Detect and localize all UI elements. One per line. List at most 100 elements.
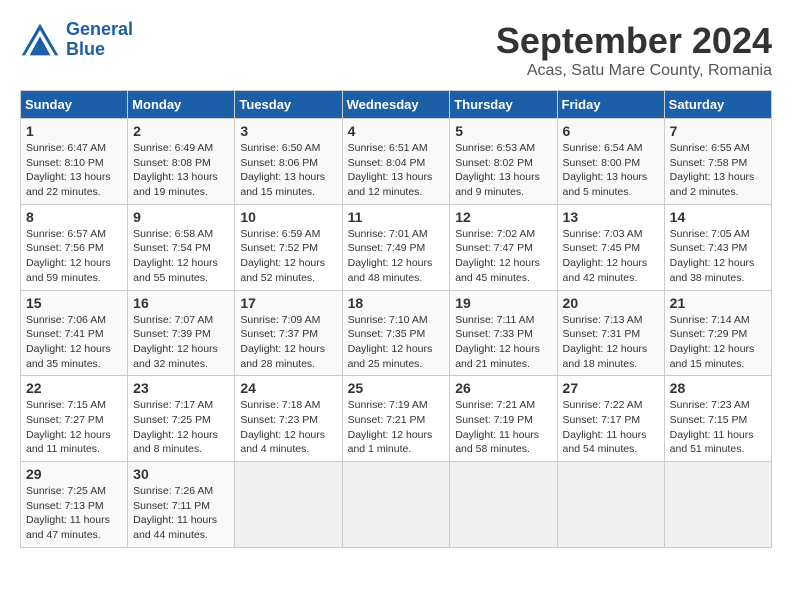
day-number: 5: [455, 123, 551, 139]
calendar-week-5: 29 Sunrise: 7:25 AMSunset: 7:13 PMDaylig…: [21, 462, 772, 548]
header-day-wednesday: Wednesday: [342, 91, 450, 119]
day-number: 27: [563, 380, 659, 396]
day-info: Sunrise: 7:06 AMSunset: 7:41 PMDaylight:…: [26, 313, 122, 372]
calendar-week-4: 22 Sunrise: 7:15 AMSunset: 7:27 PMDaylig…: [21, 376, 772, 462]
logo-text: General Blue: [66, 20, 133, 60]
title-section: September 2024 Acas, Satu Mare County, R…: [496, 20, 772, 80]
day-info: Sunrise: 6:58 AMSunset: 7:54 PMDaylight:…: [133, 227, 229, 286]
day-info: Sunrise: 7:23 AMSunset: 7:15 PMDaylight:…: [670, 398, 766, 457]
day-info: Sunrise: 7:02 AMSunset: 7:47 PMDaylight:…: [455, 227, 551, 286]
calendar-cell: 20 Sunrise: 7:13 AMSunset: 7:31 PMDaylig…: [557, 290, 664, 376]
day-info: Sunrise: 7:21 AMSunset: 7:19 PMDaylight:…: [455, 398, 551, 457]
day-info: Sunrise: 7:13 AMSunset: 7:31 PMDaylight:…: [563, 313, 659, 372]
header-day-sunday: Sunday: [21, 91, 128, 119]
calendar-cell: 21 Sunrise: 7:14 AMSunset: 7:29 PMDaylig…: [664, 290, 771, 376]
calendar-cell: 5 Sunrise: 6:53 AMSunset: 8:02 PMDayligh…: [450, 119, 557, 205]
calendar-cell: 13 Sunrise: 7:03 AMSunset: 7:45 PMDaylig…: [557, 204, 664, 290]
day-number: 9: [133, 209, 229, 225]
calendar-cell: [235, 462, 342, 548]
calendar-cell: 10 Sunrise: 6:59 AMSunset: 7:52 PMDaylig…: [235, 204, 342, 290]
calendar-cell: 2 Sunrise: 6:49 AMSunset: 8:08 PMDayligh…: [128, 119, 235, 205]
header-day-thursday: Thursday: [450, 91, 557, 119]
day-info: Sunrise: 7:07 AMSunset: 7:39 PMDaylight:…: [133, 313, 229, 372]
calendar-cell: 26 Sunrise: 7:21 AMSunset: 7:19 PMDaylig…: [450, 376, 557, 462]
calendar-cell: 3 Sunrise: 6:50 AMSunset: 8:06 PMDayligh…: [235, 119, 342, 205]
day-number: 22: [26, 380, 122, 396]
calendar-cell: 27 Sunrise: 7:22 AMSunset: 7:17 PMDaylig…: [557, 376, 664, 462]
day-number: 29: [26, 466, 122, 482]
calendar-cell: 8 Sunrise: 6:57 AMSunset: 7:56 PMDayligh…: [21, 204, 128, 290]
calendar-cell: 22 Sunrise: 7:15 AMSunset: 7:27 PMDaylig…: [21, 376, 128, 462]
day-info: Sunrise: 7:19 AMSunset: 7:21 PMDaylight:…: [348, 398, 445, 457]
day-number: 24: [240, 380, 336, 396]
calendar-cell: 15 Sunrise: 7:06 AMSunset: 7:41 PMDaylig…: [21, 290, 128, 376]
calendar-cell: 4 Sunrise: 6:51 AMSunset: 8:04 PMDayligh…: [342, 119, 450, 205]
day-info: Sunrise: 6:50 AMSunset: 8:06 PMDaylight:…: [240, 141, 336, 200]
calendar-cell: [450, 462, 557, 548]
calendar-week-1: 1 Sunrise: 6:47 AMSunset: 8:10 PMDayligh…: [21, 119, 772, 205]
day-number: 20: [563, 295, 659, 311]
day-number: 7: [670, 123, 766, 139]
header-day-monday: Monday: [128, 91, 235, 119]
day-info: Sunrise: 6:51 AMSunset: 8:04 PMDaylight:…: [348, 141, 445, 200]
calendar-cell: 24 Sunrise: 7:18 AMSunset: 7:23 PMDaylig…: [235, 376, 342, 462]
calendar-cell: 16 Sunrise: 7:07 AMSunset: 7:39 PMDaylig…: [128, 290, 235, 376]
calendar-week-2: 8 Sunrise: 6:57 AMSunset: 7:56 PMDayligh…: [21, 204, 772, 290]
day-number: 16: [133, 295, 229, 311]
day-number: 26: [455, 380, 551, 396]
day-number: 13: [563, 209, 659, 225]
calendar-table: SundayMondayTuesdayWednesdayThursdayFrid…: [20, 90, 772, 548]
day-info: Sunrise: 6:55 AMSunset: 7:58 PMDaylight:…: [670, 141, 766, 200]
calendar-cell: 14 Sunrise: 7:05 AMSunset: 7:43 PMDaylig…: [664, 204, 771, 290]
day-number: 4: [348, 123, 445, 139]
day-number: 10: [240, 209, 336, 225]
day-number: 1: [26, 123, 122, 139]
day-number: 25: [348, 380, 445, 396]
day-info: Sunrise: 7:17 AMSunset: 7:25 PMDaylight:…: [133, 398, 229, 457]
logo-icon: [20, 22, 60, 57]
day-info: Sunrise: 6:59 AMSunset: 7:52 PMDaylight:…: [240, 227, 336, 286]
day-number: 6: [563, 123, 659, 139]
day-number: 14: [670, 209, 766, 225]
day-number: 28: [670, 380, 766, 396]
day-info: Sunrise: 7:15 AMSunset: 7:27 PMDaylight:…: [26, 398, 122, 457]
day-info: Sunrise: 6:54 AMSunset: 8:00 PMDaylight:…: [563, 141, 659, 200]
calendar-cell: 28 Sunrise: 7:23 AMSunset: 7:15 PMDaylig…: [664, 376, 771, 462]
day-number: 19: [455, 295, 551, 311]
calendar-cell: 12 Sunrise: 7:02 AMSunset: 7:47 PMDaylig…: [450, 204, 557, 290]
day-info: Sunrise: 6:49 AMSunset: 8:08 PMDaylight:…: [133, 141, 229, 200]
day-info: Sunrise: 6:47 AMSunset: 8:10 PMDaylight:…: [26, 141, 122, 200]
calendar-cell: 7 Sunrise: 6:55 AMSunset: 7:58 PMDayligh…: [664, 119, 771, 205]
day-info: Sunrise: 7:11 AMSunset: 7:33 PMDaylight:…: [455, 313, 551, 372]
calendar-cell: [342, 462, 450, 548]
location-subtitle: Acas, Satu Mare County, Romania: [496, 62, 772, 80]
calendar-cell: 18 Sunrise: 7:10 AMSunset: 7:35 PMDaylig…: [342, 290, 450, 376]
day-info: Sunrise: 7:18 AMSunset: 7:23 PMDaylight:…: [240, 398, 336, 457]
calendar-header-row: SundayMondayTuesdayWednesdayThursdayFrid…: [21, 91, 772, 119]
day-info: Sunrise: 7:01 AMSunset: 7:49 PMDaylight:…: [348, 227, 445, 286]
calendar-cell: [557, 462, 664, 548]
calendar-cell: 23 Sunrise: 7:17 AMSunset: 7:25 PMDaylig…: [128, 376, 235, 462]
day-number: 15: [26, 295, 122, 311]
day-number: 23: [133, 380, 229, 396]
day-info: Sunrise: 7:05 AMSunset: 7:43 PMDaylight:…: [670, 227, 766, 286]
day-number: 12: [455, 209, 551, 225]
day-info: Sunrise: 7:25 AMSunset: 7:13 PMDaylight:…: [26, 484, 122, 543]
day-number: 3: [240, 123, 336, 139]
day-info: Sunrise: 7:26 AMSunset: 7:11 PMDaylight:…: [133, 484, 229, 543]
calendar-cell: 6 Sunrise: 6:54 AMSunset: 8:00 PMDayligh…: [557, 119, 664, 205]
day-number: 30: [133, 466, 229, 482]
calendar-cell: [664, 462, 771, 548]
day-number: 18: [348, 295, 445, 311]
calendar-cell: 1 Sunrise: 6:47 AMSunset: 8:10 PMDayligh…: [21, 119, 128, 205]
day-info: Sunrise: 7:03 AMSunset: 7:45 PMDaylight:…: [563, 227, 659, 286]
calendar-cell: 11 Sunrise: 7:01 AMSunset: 7:49 PMDaylig…: [342, 204, 450, 290]
month-title: September 2024: [496, 20, 772, 62]
day-number: 2: [133, 123, 229, 139]
day-number: 21: [670, 295, 766, 311]
calendar-cell: 17 Sunrise: 7:09 AMSunset: 7:37 PMDaylig…: [235, 290, 342, 376]
day-number: 8: [26, 209, 122, 225]
day-info: Sunrise: 7:10 AMSunset: 7:35 PMDaylight:…: [348, 313, 445, 372]
day-info: Sunrise: 7:09 AMSunset: 7:37 PMDaylight:…: [240, 313, 336, 372]
header-day-friday: Friday: [557, 91, 664, 119]
